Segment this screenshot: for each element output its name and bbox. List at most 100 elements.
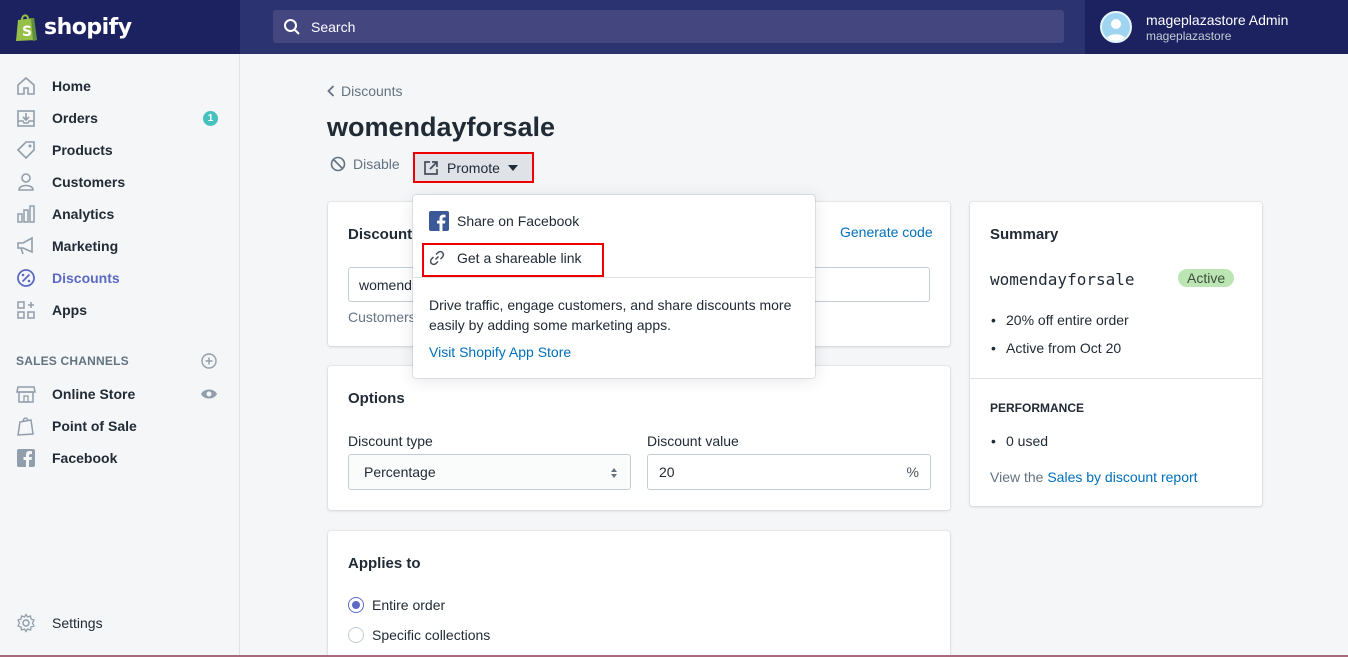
disable-button[interactable]: Disable [330,156,400,172]
specific-collections-radio[interactable] [348,627,364,643]
discount-code-value: womend [359,276,412,293]
orders-icon [16,108,36,128]
share-on-facebook-label: Share on Facebook [457,213,580,229]
sidebar-item-label: Settings [52,615,103,631]
caret-down-icon [507,164,518,171]
options-card: Options Discount type Percentage Discoun… [328,366,950,510]
sidebar-item-point-of-sale[interactable]: Point of Sale [0,410,239,442]
discount-type-label: Discount type [348,433,433,449]
divider [970,378,1262,379]
summary-title: Summary [990,226,1059,243]
breadcrumb-label: Discounts [341,83,403,99]
facebook-icon [16,448,36,468]
user-menu[interactable]: mageplazastore Admin mageplazastore [1085,0,1348,54]
sidebar-item-products[interactable]: Products [0,134,239,166]
sidebar-item-label: Apps [52,302,87,318]
report-prefix: View the [990,469,1044,485]
discount-value-label: Discount value [647,433,739,449]
gear-icon [16,613,36,633]
orders-count-badge: 1 [203,111,218,126]
discount-value: 20 [659,464,675,480]
add-sales-channel-icon[interactable] [201,353,217,372]
search-placeholder: Search [311,18,356,35]
generate-code-link[interactable]: Generate code [840,224,933,240]
disable-icon [330,156,346,172]
sidebar-item-orders[interactable]: Orders 1 [0,102,239,134]
sidebar-item-label: Facebook [52,450,118,466]
summary-code: womendayforsale [990,270,1135,289]
promote-label: Promote [447,159,500,176]
person-icon [16,172,36,192]
disable-label: Disable [353,156,400,172]
applies-to-card-title: Applies to [348,555,421,572]
summary-detail: Active from Oct 20 [991,340,1121,356]
sidebar-item-facebook[interactable]: Facebook [0,442,239,474]
applies-to-card: Applies to Entire order Specific collect… [328,531,950,657]
page-title: womendayforsale [327,112,556,142]
discount-value-input[interactable]: 20 % [647,454,931,490]
discount-code-card-title: Discount [348,226,413,243]
share-on-facebook-item[interactable]: Share on Facebook [429,211,579,231]
select-arrows-icon [611,468,617,478]
home-icon [16,76,36,96]
sidebar-item-analytics[interactable]: Analytics [0,198,239,230]
summary-card: Summary womendayforsale Active 20% off e… [970,202,1262,506]
external-link-icon [424,160,438,175]
apps-icon [16,300,36,320]
discount-code-helper: Customers [348,309,416,325]
promote-menu: Share on Facebook Get a shareable link D… [413,195,815,378]
sidebar-item-customers[interactable]: Customers [0,166,239,198]
tag-icon [16,140,36,160]
chevron-left-icon [327,85,335,97]
visit-app-store-link[interactable]: Visit Shopify App Store [429,344,571,360]
sidebar-item-label: Marketing [52,238,119,254]
options-card-title: Options [348,390,405,407]
discount-type-select[interactable]: Percentage [348,454,631,490]
sidebar-item-home[interactable]: Home [0,70,239,102]
sidebar-item-label: Home [52,78,91,94]
user-store: mageplazastore [1146,28,1232,43]
discount-type-value: Percentage [364,464,436,480]
performance-detail: 0 used [991,433,1048,449]
report-line: View the Sales by discount report [990,469,1198,485]
bar-chart-icon [16,204,36,224]
discount-icon [16,268,36,288]
summary-detail: 20% off entire order [991,312,1129,328]
performance-heading: PERFORMANCE [990,401,1085,415]
sales-by-discount-report-link[interactable]: Sales by discount report [1047,469,1197,485]
sidebar-item-label: Customers [52,174,126,190]
sales-channels-heading: SALES CHANNELS [16,354,129,368]
status-badge: Active [1178,269,1235,287]
svg-text:S: S [22,24,32,40]
promote-menu-description: Drive traffic, engage customers, and sha… [429,297,792,333]
search-input[interactable]: Search [273,10,1064,43]
discount-value-suffix: % [906,464,919,480]
entire-order-label: Entire order [372,597,446,613]
sidebar-item-label: Analytics [52,206,115,222]
breadcrumb[interactable]: Discounts [327,83,402,99]
pos-icon [16,416,36,436]
user-name: mageplazastore Admin [1146,11,1289,28]
search-icon [284,18,300,35]
view-store-eye-icon[interactable] [200,387,218,404]
facebook-icon [429,211,449,231]
promote-button[interactable]: Promote [413,152,534,183]
brand-name: shopify [44,14,132,40]
sidebar: Home Orders 1 Products Customers Analyti… [0,54,240,657]
entire-order-radio[interactable] [348,597,364,613]
shopify-logo[interactable]: S shopify [0,0,240,54]
sidebar-item-label: Online Store [52,386,136,402]
specific-collections-label: Specific collections [372,627,491,643]
sidebar-item-discounts[interactable]: Discounts [0,262,239,294]
sidebar-item-label: Orders [52,110,98,126]
sidebar-item-apps[interactable]: Apps [0,294,239,326]
sidebar-item-label: Discounts [52,270,120,286]
megaphone-icon [16,236,36,256]
shopify-bag-icon: S [14,12,40,42]
sidebar-item-label: Products [52,142,113,158]
sidebar-item-label: Point of Sale [52,418,137,434]
sidebar-item-settings[interactable]: Settings [0,607,239,639]
avatar [1100,11,1132,43]
sidebar-item-marketing[interactable]: Marketing [0,230,239,262]
store-icon [16,384,36,404]
